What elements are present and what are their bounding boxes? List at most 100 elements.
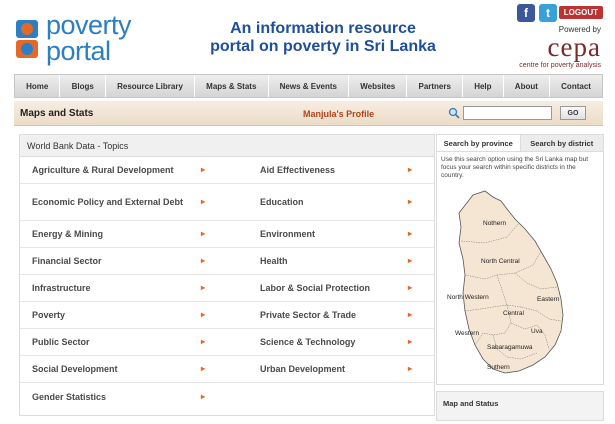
arrow-right-icon: ▸: [200, 256, 205, 265]
province-label-eastern[interactable]: Eastern: [537, 296, 560, 303]
map-search-panel: Search by province Search by district Us…: [436, 134, 604, 385]
topic-item[interactable]: Education ▸: [227, 184, 434, 221]
arrow-right-icon: ▸: [200, 337, 205, 346]
province-label-north-central[interactable]: North Central: [481, 258, 520, 265]
topic-label: Social Development: [32, 364, 118, 374]
map-and-status-title: Map and Status: [443, 399, 499, 408]
topic-item[interactable]: Agriculture & Rural Development ▸: [20, 157, 227, 184]
poverty-portal-logo-icon: [16, 20, 38, 58]
section-bar: Maps and Stats Manjula's Profile GO: [14, 101, 603, 126]
search-input[interactable]: [463, 106, 552, 120]
topic-label: Labor & Social Protection: [260, 283, 371, 293]
topic-item[interactable]: Poverty ▸: [20, 302, 227, 329]
nav-resource-library[interactable]: Resource Library: [106, 75, 196, 97]
nav-websites[interactable]: Websites: [349, 75, 408, 97]
topics-panel: World Bank Data - Topics Agriculture & R…: [19, 134, 435, 416]
topic-item[interactable]: Urban Development ▸: [227, 356, 434, 383]
logo-text-portal: portal: [46, 36, 111, 66]
page: poverty portal An information resource p…: [0, 0, 615, 424]
arrow-right-icon: ▸: [200, 229, 205, 238]
topic-label: Health: [260, 256, 288, 266]
go-button[interactable]: GO: [560, 106, 586, 120]
topics-grid: Agriculture & Rural Development ▸ Aid Eff…: [20, 157, 434, 410]
main-nav: Home Blogs Resource Library Maps & Stats…: [14, 74, 603, 98]
province-label-western[interactable]: Western: [455, 330, 479, 337]
cepa-subtitle: centre for poverty analysis: [519, 62, 601, 69]
tab-search-by-district[interactable]: Search by district: [521, 135, 604, 151]
site-tagline: An information resource portal on povert…: [210, 20, 436, 55]
province-label-north-western[interactable]: North Western: [447, 294, 489, 301]
facebook-icon[interactable]: f: [517, 4, 535, 22]
topic-label: Agriculture & Rural Development: [32, 165, 174, 175]
topic-label: Environment: [260, 229, 316, 239]
arrow-right-icon: ▸: [200, 197, 205, 206]
topic-label: Infrastructure: [32, 283, 91, 293]
topic-item[interactable]: Infrastructure ▸: [20, 275, 227, 302]
nav-maps-stats[interactable]: Maps & Stats: [195, 75, 269, 97]
province-label-sabaragamuwa[interactable]: Sabaragamuwa: [487, 344, 533, 351]
header: poverty portal An information resource p…: [0, 0, 615, 72]
topic-item[interactable]: Science & Technology ▸: [227, 329, 434, 356]
arrow-right-icon: ▸: [407, 310, 412, 319]
topic-label: Poverty: [32, 310, 66, 320]
nav-contact[interactable]: Contact: [550, 75, 602, 97]
poverty-portal-logo[interactable]: poverty portal: [14, 10, 134, 66]
topic-item-empty: [227, 383, 434, 410]
arrow-right-icon: ▸: [407, 283, 412, 292]
sri-lanka-province-map[interactable]: Nothern North Central North Western East…: [445, 183, 595, 383]
topic-label: Private Sector & Trade: [260, 310, 357, 320]
topic-item[interactable]: Public Sector ▸: [20, 329, 227, 356]
arrow-right-icon: ▸: [200, 391, 205, 401]
arrow-right-icon: ▸: [407, 364, 412, 373]
topic-label: Public Sector: [32, 337, 90, 347]
topic-item[interactable]: Gender Statistics ▸: [20, 383, 227, 410]
arrow-right-icon: ▸: [407, 229, 412, 238]
social-links: f t: [517, 4, 557, 22]
nav-partners[interactable]: Partners: [407, 75, 464, 97]
province-label-northern[interactable]: Nothern: [483, 220, 507, 227]
profile-link[interactable]: Manjula's Profile: [303, 109, 374, 119]
nav-blogs[interactable]: Blogs: [60, 75, 106, 97]
topic-item[interactable]: Financial Sector ▸: [20, 248, 227, 275]
topic-item[interactable]: Environment ▸: [227, 221, 434, 248]
tab-search-by-province[interactable]: Search by province: [437, 135, 521, 151]
twitter-icon[interactable]: t: [539, 4, 557, 22]
search-icon: [448, 107, 460, 119]
nav-news-events[interactable]: News & Events: [269, 75, 350, 97]
topic-item[interactable]: Health ▸: [227, 248, 434, 275]
topic-item[interactable]: Energy & Mining ▸: [20, 221, 227, 248]
arrow-right-icon: ▸: [200, 283, 205, 292]
search-tabs: Search by province Search by district: [437, 135, 603, 152]
topic-label: Financial Sector: [32, 256, 102, 266]
topic-label: Economic Policy and External Debt: [32, 197, 184, 207]
cepa-logo[interactable]: cepa: [548, 32, 601, 63]
province-label-central[interactable]: Central: [503, 310, 525, 317]
nav-home[interactable]: Home: [15, 75, 61, 97]
province-label-southern[interactable]: Suthern: [487, 364, 510, 371]
topic-item[interactable]: Private Sector & Trade ▸: [227, 302, 434, 329]
nav-about[interactable]: About: [504, 75, 551, 97]
arrow-right-icon: ▸: [407, 337, 412, 346]
arrow-right-icon: ▸: [407, 197, 412, 206]
arrow-right-icon: ▸: [407, 256, 412, 265]
topic-label: Education: [260, 197, 304, 207]
topic-label: Energy & Mining: [32, 229, 104, 239]
topic-label: Urban Development: [260, 364, 346, 374]
topic-item[interactable]: Social Development ▸: [20, 356, 227, 383]
topic-item[interactable]: Aid Effectiveness ▸: [227, 157, 434, 184]
arrow-right-icon: ▸: [200, 310, 205, 319]
arrow-right-icon: ▸: [200, 364, 205, 373]
province-label-uva[interactable]: Uva: [531, 328, 543, 335]
map-and-status-panel: Map and Status: [436, 391, 604, 421]
topics-heading: World Bank Data - Topics: [20, 135, 434, 157]
arrow-right-icon: ▸: [407, 165, 412, 174]
map-help-text: Use this search option using the Sri Lan…: [441, 156, 589, 179]
topic-item[interactable]: Labor & Social Protection ▸: [227, 275, 434, 302]
page-title: Maps and Stats: [20, 108, 94, 119]
logout-button[interactable]: LOGOUT: [558, 6, 603, 19]
topic-label: Gender Statistics: [32, 391, 107, 402]
topic-item[interactable]: Economic Policy and External Debt ▸: [20, 184, 227, 221]
topic-label: Aid Effectiveness: [260, 165, 336, 175]
arrow-right-icon: ▸: [200, 165, 205, 174]
nav-help[interactable]: Help: [463, 75, 504, 97]
